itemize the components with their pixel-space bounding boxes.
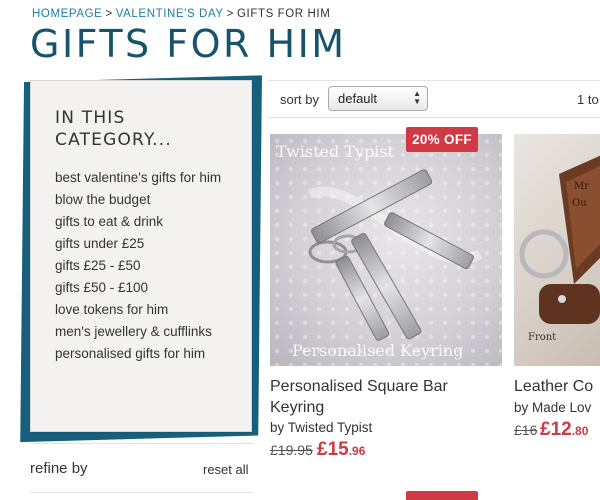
- reset-all-link[interactable]: reset all: [203, 462, 249, 477]
- product-image[interactable]: Mr Ou Front: [514, 134, 600, 366]
- category-heading: IN THIS CATEGORY...: [55, 107, 229, 151]
- category-heading-line2: CATEGORY...: [55, 130, 172, 150]
- image-label-text: Front: [528, 332, 557, 343]
- category-link-25-50[interactable]: gifts £25 - £50: [55, 255, 229, 277]
- sort-select[interactable]: default ▲ ▼: [328, 86, 428, 111]
- product-name[interactable]: Personalised Square Bar Keyring: [270, 376, 448, 418]
- keyring-illustration: [270, 134, 502, 366]
- category-link-jewellery[interactable]: men's jewellery & cufflinks: [55, 321, 229, 343]
- product-name-line: Personalised Square Bar: [270, 378, 448, 395]
- breadcrumb-separator: >: [105, 8, 113, 20]
- product-original-price: £19.95: [270, 442, 313, 458]
- sale-price-pence: .96: [348, 444, 366, 458]
- divider: [268, 80, 600, 81]
- category-sidebar: IN THIS CATEGORY... best valentine's gif…: [14, 72, 262, 443]
- breadcrumb-home-link[interactable]: HOMEPAGE: [32, 8, 102, 20]
- category-heading-line1: IN THIS: [55, 108, 126, 128]
- svg-text:Ou: Ou: [572, 198, 587, 209]
- divider: [30, 492, 254, 493]
- leather-keyring-illustration: Mr Ou: [519, 155, 600, 324]
- sort-by-label: sort by: [280, 92, 320, 107]
- product-sale-price: £12.80: [540, 419, 588, 441]
- sale-price-pence: .80: [571, 424, 589, 438]
- page-title: GIFTS FOR HIM: [30, 22, 347, 66]
- category-list: best valentine's gifts for him blow the …: [55, 167, 229, 365]
- discount-badge-partial: [406, 491, 478, 500]
- category-link-blow-the-budget[interactable]: blow the budget: [55, 189, 229, 211]
- product-name-line: Keyring: [270, 399, 325, 416]
- product-sale-price: £15.96: [317, 439, 365, 461]
- breadcrumb-current: GIFTS FOR HIM: [236, 8, 331, 20]
- select-arrows-icon: ▲ ▼: [413, 89, 421, 106]
- sale-price-main: £12: [540, 419, 572, 440]
- refine-by-label: refine by: [30, 460, 88, 477]
- sale-price-main: £15: [317, 439, 349, 460]
- image-watermark-brand: Twisted Typist: [276, 142, 395, 161]
- divider: [268, 117, 600, 118]
- sort-selected-value: default: [338, 91, 378, 106]
- discount-badge: 20% OFF: [406, 127, 478, 152]
- category-link-under-25[interactable]: gifts under £25: [55, 233, 229, 255]
- product-original-price: £16: [514, 422, 538, 438]
- category-link-50-100[interactable]: gifts £50 - £100: [55, 277, 229, 299]
- breadcrumb-valentines-link[interactable]: VALENTINE'S DAY: [116, 8, 224, 20]
- divider: [30, 443, 254, 444]
- category-link-personalised[interactable]: personalised gifts for him: [55, 343, 229, 365]
- category-link-best-valentines[interactable]: best valentine's gifts for him: [55, 167, 229, 189]
- product-image[interactable]: Twisted Typist Personalised Keyring: [270, 134, 502, 366]
- category-panel: IN THIS CATEGORY... best valentine's gif…: [30, 80, 252, 432]
- pagination-range: 1 to: [577, 92, 599, 107]
- product-seller[interactable]: by Made Lov: [514, 400, 591, 415]
- category-link-eat-drink[interactable]: gifts to eat & drink: [55, 211, 229, 233]
- breadcrumb: HOMEPAGE > VALENTINE'S DAY > GIFTS FOR HIM: [32, 8, 330, 20]
- product-seller[interactable]: by Twisted Typist: [270, 420, 372, 435]
- image-watermark-caption: Personalised Keyring: [292, 341, 464, 360]
- breadcrumb-separator: >: [226, 8, 234, 20]
- product-name[interactable]: Leather Co: [514, 376, 593, 397]
- svg-text:Mr: Mr: [574, 181, 589, 192]
- category-link-love-tokens[interactable]: love tokens for him: [55, 299, 229, 321]
